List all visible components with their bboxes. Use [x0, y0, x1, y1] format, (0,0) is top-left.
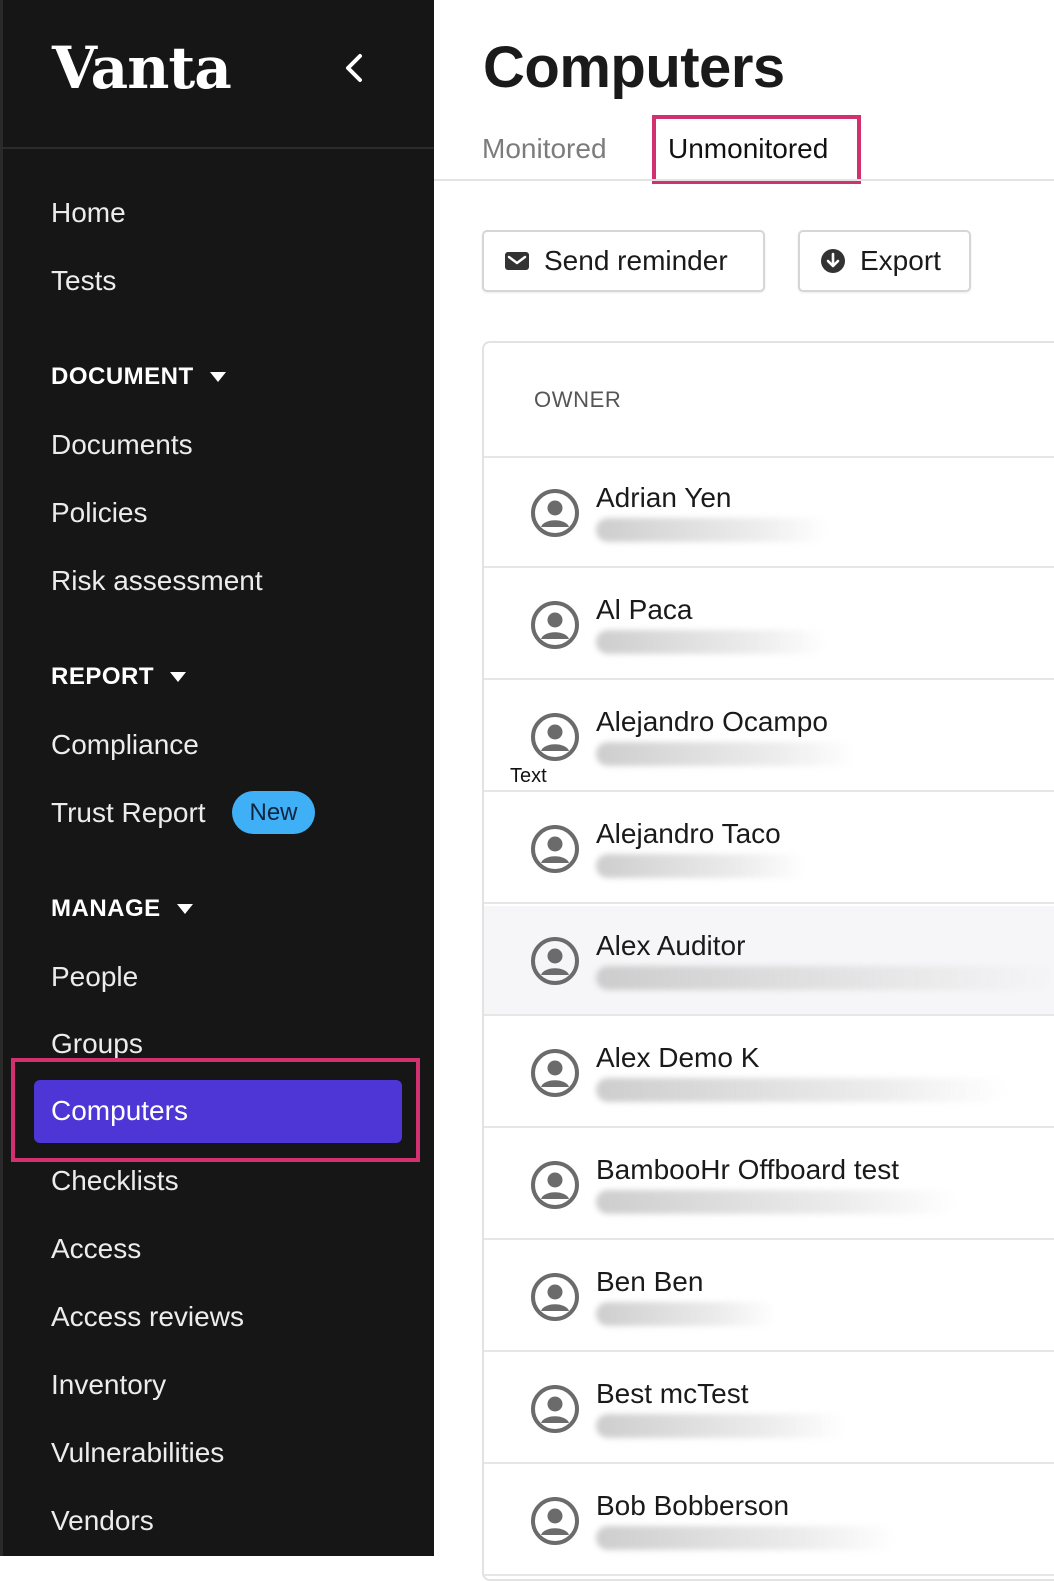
owner-name[interactable]: Best mcTest [596, 1377, 748, 1411]
sidebar-item-risk-assessment[interactable]: Risk assessment [51, 564, 263, 598]
owner-email-redacted [596, 630, 826, 654]
caret-down-icon [170, 672, 187, 682]
send-reminder-label: Send reminder [544, 245, 728, 276]
brand-logo[interactable]: Vanta [52, 34, 232, 102]
owner-name[interactable]: BambooHr Offboard test [596, 1153, 899, 1187]
tooltip-text: Text [510, 765, 547, 787]
highlight-box-sidebar [11, 1058, 420, 1162]
section-document[interactable]: DOCUMENT [51, 362, 226, 392]
user-avatar-icon [531, 601, 579, 649]
user-avatar-icon [531, 713, 579, 761]
section-manage-title: MANAGE [51, 895, 161, 922]
owner-email-redacted [596, 966, 1054, 990]
owner-email-redacted [596, 1190, 956, 1214]
table-row[interactable]: Ben Ben [484, 1242, 1054, 1352]
sidebar-divider [0, 147, 434, 149]
table-row[interactable]: Adrian Yen [484, 458, 1054, 568]
sidebar-item-access[interactable]: Access [51, 1232, 141, 1266]
owner-email-redacted [596, 1078, 1006, 1102]
user-avatar-icon [531, 937, 579, 985]
sidebar-item-tests[interactable]: Tests [51, 264, 116, 298]
owner-email-redacted [596, 518, 828, 542]
table-row[interactable]: Alex Demo K [484, 1018, 1054, 1128]
owner-name[interactable]: Ben Ben [596, 1265, 703, 1299]
user-avatar-icon [531, 1049, 579, 1097]
caret-down-icon [176, 904, 193, 914]
tabs-divider [434, 179, 1054, 181]
user-avatar-icon [531, 1161, 579, 1209]
owner-name[interactable]: Alex Demo K [596, 1041, 759, 1075]
owner-email-redacted [596, 854, 806, 878]
sidebar-item-checklists[interactable]: Checklists [51, 1164, 179, 1198]
owner-name[interactable]: Bob Bobberson [596, 1489, 789, 1523]
table-row[interactable]: Best mcTest [484, 1354, 1054, 1464]
owners-table: OWNER Adrian Yen Al Paca Alejandro Ocampo A… [482, 341, 1054, 1581]
owner-email-redacted [596, 1414, 846, 1438]
owner-email-redacted [596, 1302, 776, 1326]
sidebar-item-vendors[interactable]: Vendors [51, 1504, 154, 1538]
section-document-title: DOCUMENT [51, 363, 194, 390]
section-report-title: REPORT [51, 663, 155, 690]
user-avatar-icon [531, 1385, 579, 1433]
owner-name[interactable]: Al Paca [596, 593, 693, 627]
owner-name[interactable]: Alejandro Ocampo [596, 705, 828, 739]
owner-email-redacted [596, 742, 856, 766]
owner-name[interactable]: Alex Auditor [596, 929, 745, 963]
user-avatar-icon [531, 1273, 579, 1321]
owner-name[interactable]: Alejandro Taco [596, 817, 781, 851]
owner-name[interactable]: Adrian Yen [596, 481, 731, 515]
highlight-box-tab [652, 115, 861, 184]
user-avatar-icon [531, 1497, 579, 1545]
export-button[interactable]: Export [798, 230, 971, 292]
download-icon [821, 249, 845, 273]
sidebar-item-documents[interactable]: Documents [51, 428, 193, 462]
sidebar-item-groups[interactable]: Groups [51, 1027, 143, 1061]
sidebar-item-trust-report[interactable]: Trust Report [51, 796, 206, 830]
table-row[interactable]: Al Paca [484, 570, 1054, 680]
sidebar-item-access-reviews[interactable]: Access reviews [51, 1300, 244, 1334]
sidebar-item-people[interactable]: People [51, 960, 138, 994]
user-avatar-icon [531, 489, 579, 537]
envelope-icon [505, 252, 529, 270]
page-title: Computers [483, 35, 785, 100]
sidebar: Vanta Home Tests DOCUMENT Documents Poli… [0, 0, 434, 1556]
sidebar-item-policies[interactable]: Policies [51, 496, 147, 530]
table-row[interactable]: Alejandro Taco [484, 794, 1054, 904]
table-row[interactable]: Alex Auditor [484, 906, 1054, 1016]
tab-monitored[interactable]: Monitored [482, 132, 607, 166]
section-manage[interactable]: MANAGE [51, 894, 193, 924]
section-report[interactable]: REPORT [51, 662, 187, 692]
table-row[interactable]: Bob Bobberson [484, 1466, 1054, 1576]
send-reminder-button[interactable]: Send reminder [482, 230, 765, 292]
sidebar-item-compliance[interactable]: Compliance [51, 728, 199, 762]
table-row[interactable]: Alejandro Ocampo [484, 682, 1054, 792]
sidebar-item-vulnerabilities[interactable]: Vulnerabilities [51, 1436, 224, 1470]
sidebar-item-home[interactable]: Home [51, 196, 126, 230]
chevron-left-icon[interactable] [338, 48, 372, 88]
owner-email-redacted [596, 1526, 896, 1550]
export-label: Export [860, 245, 941, 276]
new-badge: New [232, 791, 315, 834]
caret-down-icon [209, 372, 226, 382]
sidebar-item-inventory[interactable]: Inventory [51, 1368, 166, 1402]
user-avatar-icon [531, 825, 579, 873]
table-row[interactable]: BambooHr Offboard test [484, 1130, 1054, 1240]
column-header-owner[interactable]: OWNER [534, 387, 621, 413]
sidebar-edge [0, 0, 3, 1556]
